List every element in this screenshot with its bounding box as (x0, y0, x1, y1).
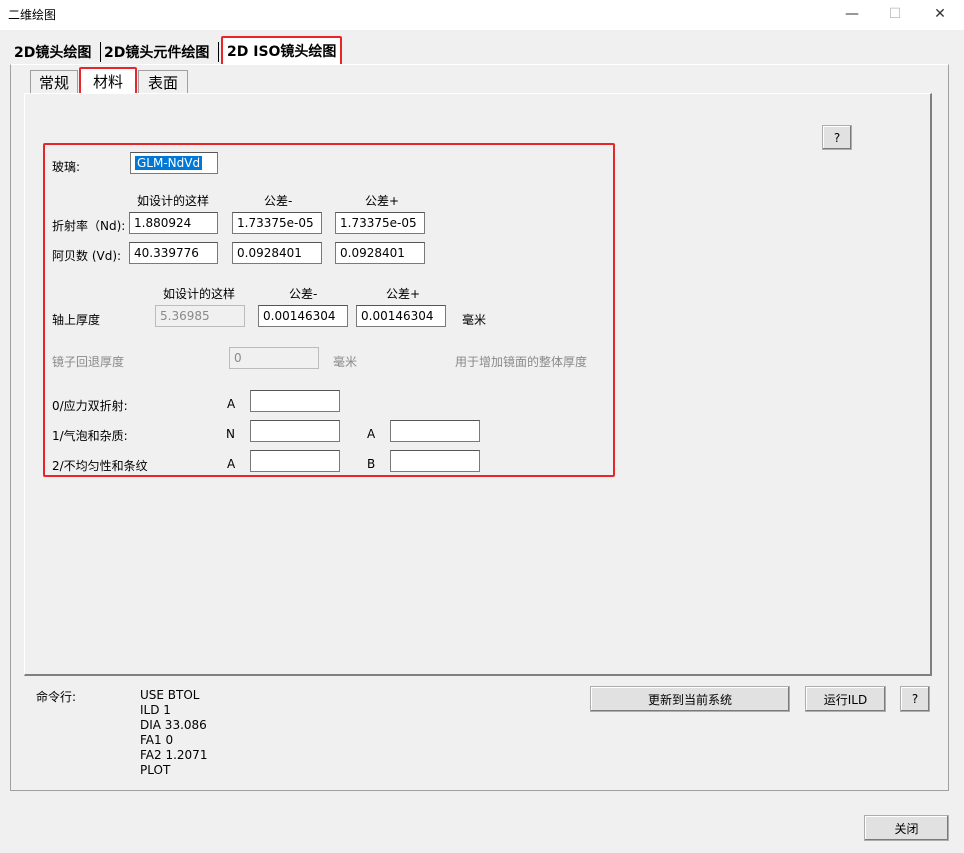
nd-tol-plus-input[interactable]: 1.73375e-05 (335, 212, 425, 234)
tab-2d-element-drawing[interactable]: 2D镜头元件绘图 (104, 40, 209, 64)
thickness-header-tol-plus: 公差+ (386, 287, 421, 301)
tab-2d-lens-drawing[interactable]: 2D镜头绘图 (14, 40, 91, 64)
vd-tol-plus-input[interactable]: 0.0928401 (335, 242, 425, 264)
column-header-tol-minus: 公差- (264, 194, 293, 208)
close-button[interactable]: 关闭 (864, 815, 949, 841)
command-line-2: DIA 33.086 (140, 718, 207, 732)
close-window-button[interactable]: ✕ (918, 0, 962, 28)
help-button[interactable]: ? (822, 125, 852, 150)
tab-general[interactable]: 常规 (30, 70, 78, 94)
thickness-label: 轴上厚度 (52, 313, 101, 327)
command-line-3: FA1 0 (140, 733, 174, 747)
glass-input[interactable]: GLM-NdVd (130, 152, 218, 174)
nd-design-input[interactable]: 1.880924 (129, 212, 218, 234)
mirror-thickness-input: 0 (229, 347, 319, 369)
command-line-0: USE BTOL (140, 688, 200, 702)
inhomogeneity-a-label: A (227, 457, 236, 471)
vd-label: 阿贝数 (Vd): (52, 249, 122, 263)
inhomogeneity-a-input[interactable] (250, 450, 340, 472)
title-bar: 二维绘图 — ☐ ✕ (0, 0, 964, 30)
thickness-design-input: 5.36985 (155, 305, 245, 327)
nd-tol-minus-input[interactable]: 1.73375e-05 (232, 212, 322, 234)
bubbles-inclusions-label: 1/气泡和杂质: (52, 429, 128, 443)
thickness-header-tol-minus: 公差- (289, 287, 318, 301)
thickness-tol-plus-input[interactable]: 0.00146304 (356, 305, 446, 327)
inhomogeneity-b-label: B (367, 457, 376, 471)
stress-a-label: A (227, 397, 236, 411)
inhomogeneity-striae-label: 2/不均匀性和条纹 (52, 459, 148, 473)
run-ild-button[interactable]: 运行ILD (805, 686, 886, 712)
thickness-header-design: 如设计的这样 (163, 287, 236, 301)
nd-label: 折射率（Nd): (52, 219, 126, 233)
mirror-thickness-note: 用于增加镜面的整体厚度 (455, 355, 588, 369)
inhomogeneity-b-input[interactable] (390, 450, 480, 472)
command-line-1: ILD 1 (140, 703, 171, 717)
minimize-button[interactable]: — (830, 0, 874, 28)
stress-birefringence-label: 0/应力双折射: (52, 399, 128, 413)
vd-tol-minus-input[interactable]: 0.0928401 (232, 242, 322, 264)
command-line-5: PLOT (140, 763, 171, 777)
update-system-button[interactable]: 更新到当前系统 (590, 686, 790, 712)
mirror-thickness-label: 镜子回退厚度 (52, 355, 125, 369)
thickness-tol-minus-input[interactable]: 0.00146304 (258, 305, 348, 327)
tab-separator (100, 42, 101, 62)
column-header-tol-plus: 公差+ (365, 194, 400, 208)
mirror-thickness-unit: 毫米 (333, 355, 358, 369)
tab-separator (218, 42, 219, 62)
glass-value: GLM-NdVd (135, 156, 203, 170)
thickness-unit: 毫米 (462, 313, 487, 327)
bubbles-n-label: N (226, 427, 235, 441)
window-title: 二维绘图 (8, 8, 57, 22)
glass-label: 玻璃: (52, 160, 81, 174)
command-line-4: FA2 1.2071 (140, 748, 208, 762)
bubbles-a-label: A (367, 427, 376, 441)
bubbles-a-input[interactable] (390, 420, 480, 442)
vd-design-input[interactable]: 40.339776 (129, 242, 218, 264)
help-bottom-button[interactable]: ? (900, 686, 930, 712)
tab-surface[interactable]: 表面 (138, 70, 188, 94)
bubbles-n-input[interactable] (250, 420, 340, 442)
maximize-button[interactable]: ☐ (873, 0, 917, 28)
command-line-label: 命令行: (36, 690, 77, 704)
tab-material[interactable]: 材料 (79, 67, 137, 96)
tab-2d-iso-drawing[interactable]: 2D ISO镜头绘图 (221, 36, 343, 66)
column-header-design: 如设计的这样 (137, 194, 210, 208)
stress-a-input[interactable] (250, 390, 340, 412)
